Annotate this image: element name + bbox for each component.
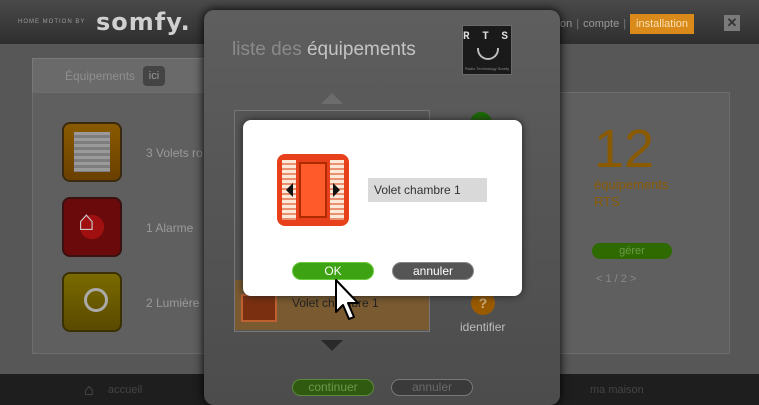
scroll-up-arrow-icon[interactable]: [321, 93, 343, 104]
equipment-count-label: équipements RTS: [594, 176, 668, 210]
cancel-button[interactable]: annuler: [392, 262, 474, 280]
modal-title-light: liste des: [232, 39, 307, 60]
top-nav: on | compte | installation: [560, 14, 695, 34]
equipment-name-input[interactable]: [368, 178, 487, 202]
home-icon[interactable]: ⌂: [84, 382, 94, 400]
continue-button[interactable]: continuer: [292, 379, 374, 396]
light-icon[interactable]: [62, 272, 122, 332]
arrow-left-icon: [286, 183, 293, 197]
equipment-group-label[interactable]: 1 Alarme: [146, 221, 193, 235]
nav-separator: |: [623, 18, 627, 30]
count-label-line2: RTS: [594, 194, 620, 209]
nav-item-installation[interactable]: installation: [630, 14, 695, 34]
somfy-logo: somfy.: [96, 8, 191, 36]
equipment-count: 12: [594, 119, 655, 179]
equipment-group-label[interactable]: 3 Volets ro: [146, 146, 203, 160]
nav-item-account[interactable]: compte: [583, 18, 619, 30]
modal-cancel-button[interactable]: annuler: [391, 379, 473, 396]
blinds-icon[interactable]: [62, 122, 122, 182]
rts-logo-caption: Radio Technology Somfy: [464, 66, 510, 71]
shutter-icon: [277, 154, 349, 226]
rts-logo-text: R T S: [463, 31, 512, 43]
close-icon[interactable]: ✕: [724, 15, 740, 31]
mouse-cursor-icon: [335, 279, 359, 320]
tab-equipment[interactable]: Équipements ici: [32, 58, 212, 92]
rts-logo: R T S Radio Technology Somfy: [462, 25, 512, 75]
radio-wave-icon: [477, 48, 499, 60]
count-label-line1: équipements: [594, 177, 669, 192]
nav-separator: |: [576, 18, 580, 30]
arrow-right-icon: [333, 183, 340, 197]
shutter-icon: [241, 294, 277, 322]
bottom-home-label[interactable]: accueil: [108, 384, 142, 396]
bottom-right-label[interactable]: ma maison: [590, 384, 644, 396]
manage-button[interactable]: gérer: [592, 243, 672, 259]
tab-equipment-label: Équipements: [65, 69, 136, 83]
pagination[interactable]: < 1 / 2 >: [596, 273, 636, 285]
equipment-group-label[interactable]: 2 Lumière: [146, 296, 199, 310]
window-pane: [299, 162, 327, 218]
nav-item-connexion[interactable]: on: [560, 18, 572, 30]
alarm-icon[interactable]: [62, 197, 122, 257]
ok-button[interactable]: OK: [292, 262, 374, 280]
identify-label[interactable]: identifier: [460, 320, 505, 334]
modal-title: liste des équipements: [232, 39, 416, 61]
modal-title-bold: équipements: [306, 39, 416, 60]
tab-badge: ici: [143, 66, 165, 86]
brand-tagline: HOME MOTION BY: [18, 19, 86, 25]
scroll-down-arrow-icon[interactable]: [321, 340, 343, 351]
